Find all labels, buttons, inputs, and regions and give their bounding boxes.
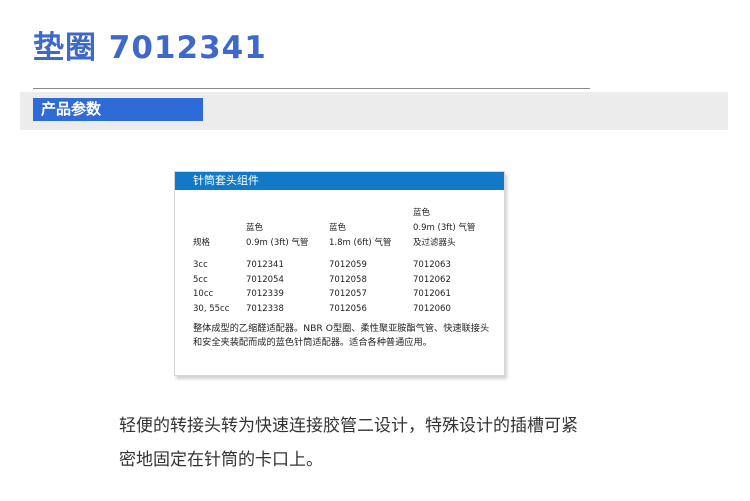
table-cell-part: 7012338 xyxy=(246,304,284,314)
table-cell-part: 7012063 xyxy=(413,260,451,270)
column-header-3ft-line2: 0.9m (3ft) 气管 xyxy=(246,238,309,248)
column-header-3ft-line1: 蓝色 xyxy=(246,223,264,233)
section-label: 产品参数 xyxy=(33,98,203,121)
title-divider xyxy=(33,88,590,89)
table-cell-part: 7012060 xyxy=(413,304,451,314)
spec-table-header: 针筒套头组件 xyxy=(175,172,504,190)
table-cell-part: 7012339 xyxy=(246,289,284,299)
spec-table-panel: 针筒套头组件 蓝色 蓝色 蓝色 0.9m (3ft) 气管 规格 0.9m (3… xyxy=(174,171,505,376)
column-header-filter-line3: 及过滤器头 xyxy=(413,238,456,248)
column-header-filter-line1: 蓝色 xyxy=(413,208,431,218)
column-header-spec: 规格 xyxy=(193,238,211,248)
table-cell-part: 7012341 xyxy=(246,260,284,270)
table-cell-part: 7012054 xyxy=(246,275,284,285)
column-header-6ft-line2: 1.8m (6ft) 气管 xyxy=(329,238,392,248)
table-cell-part: 7012058 xyxy=(329,275,367,285)
table-cell-part: 7012056 xyxy=(329,304,367,314)
table-cell-size: 3cc xyxy=(193,260,208,270)
table-cell-size: 30, 55cc xyxy=(193,304,230,314)
table-cell-size: 10cc xyxy=(193,289,214,299)
column-header-6ft-line1: 蓝色 xyxy=(329,223,347,233)
table-cell-size: 5cc xyxy=(193,275,208,285)
column-header-filter-line2: 0.9m (3ft) 气管 xyxy=(413,223,476,233)
product-description: 轻便的转接头转为快速连接胶管二设计，特殊设计的插槽可紧密地固定在针筒的卡口上。 xyxy=(119,416,578,470)
table-cell-part: 7012061 xyxy=(413,289,451,299)
table-note: 整体成型的乙缩醛适配器。NBR O型圈、柔性聚亚胺酯气管、快速联接头和安全夹装配… xyxy=(193,323,490,348)
table-cell-part: 7012062 xyxy=(413,275,451,285)
page-title: 垫圈 7012341 xyxy=(33,30,267,66)
table-cell-part: 7012059 xyxy=(329,260,367,270)
table-cell-part: 7012057 xyxy=(329,289,367,299)
